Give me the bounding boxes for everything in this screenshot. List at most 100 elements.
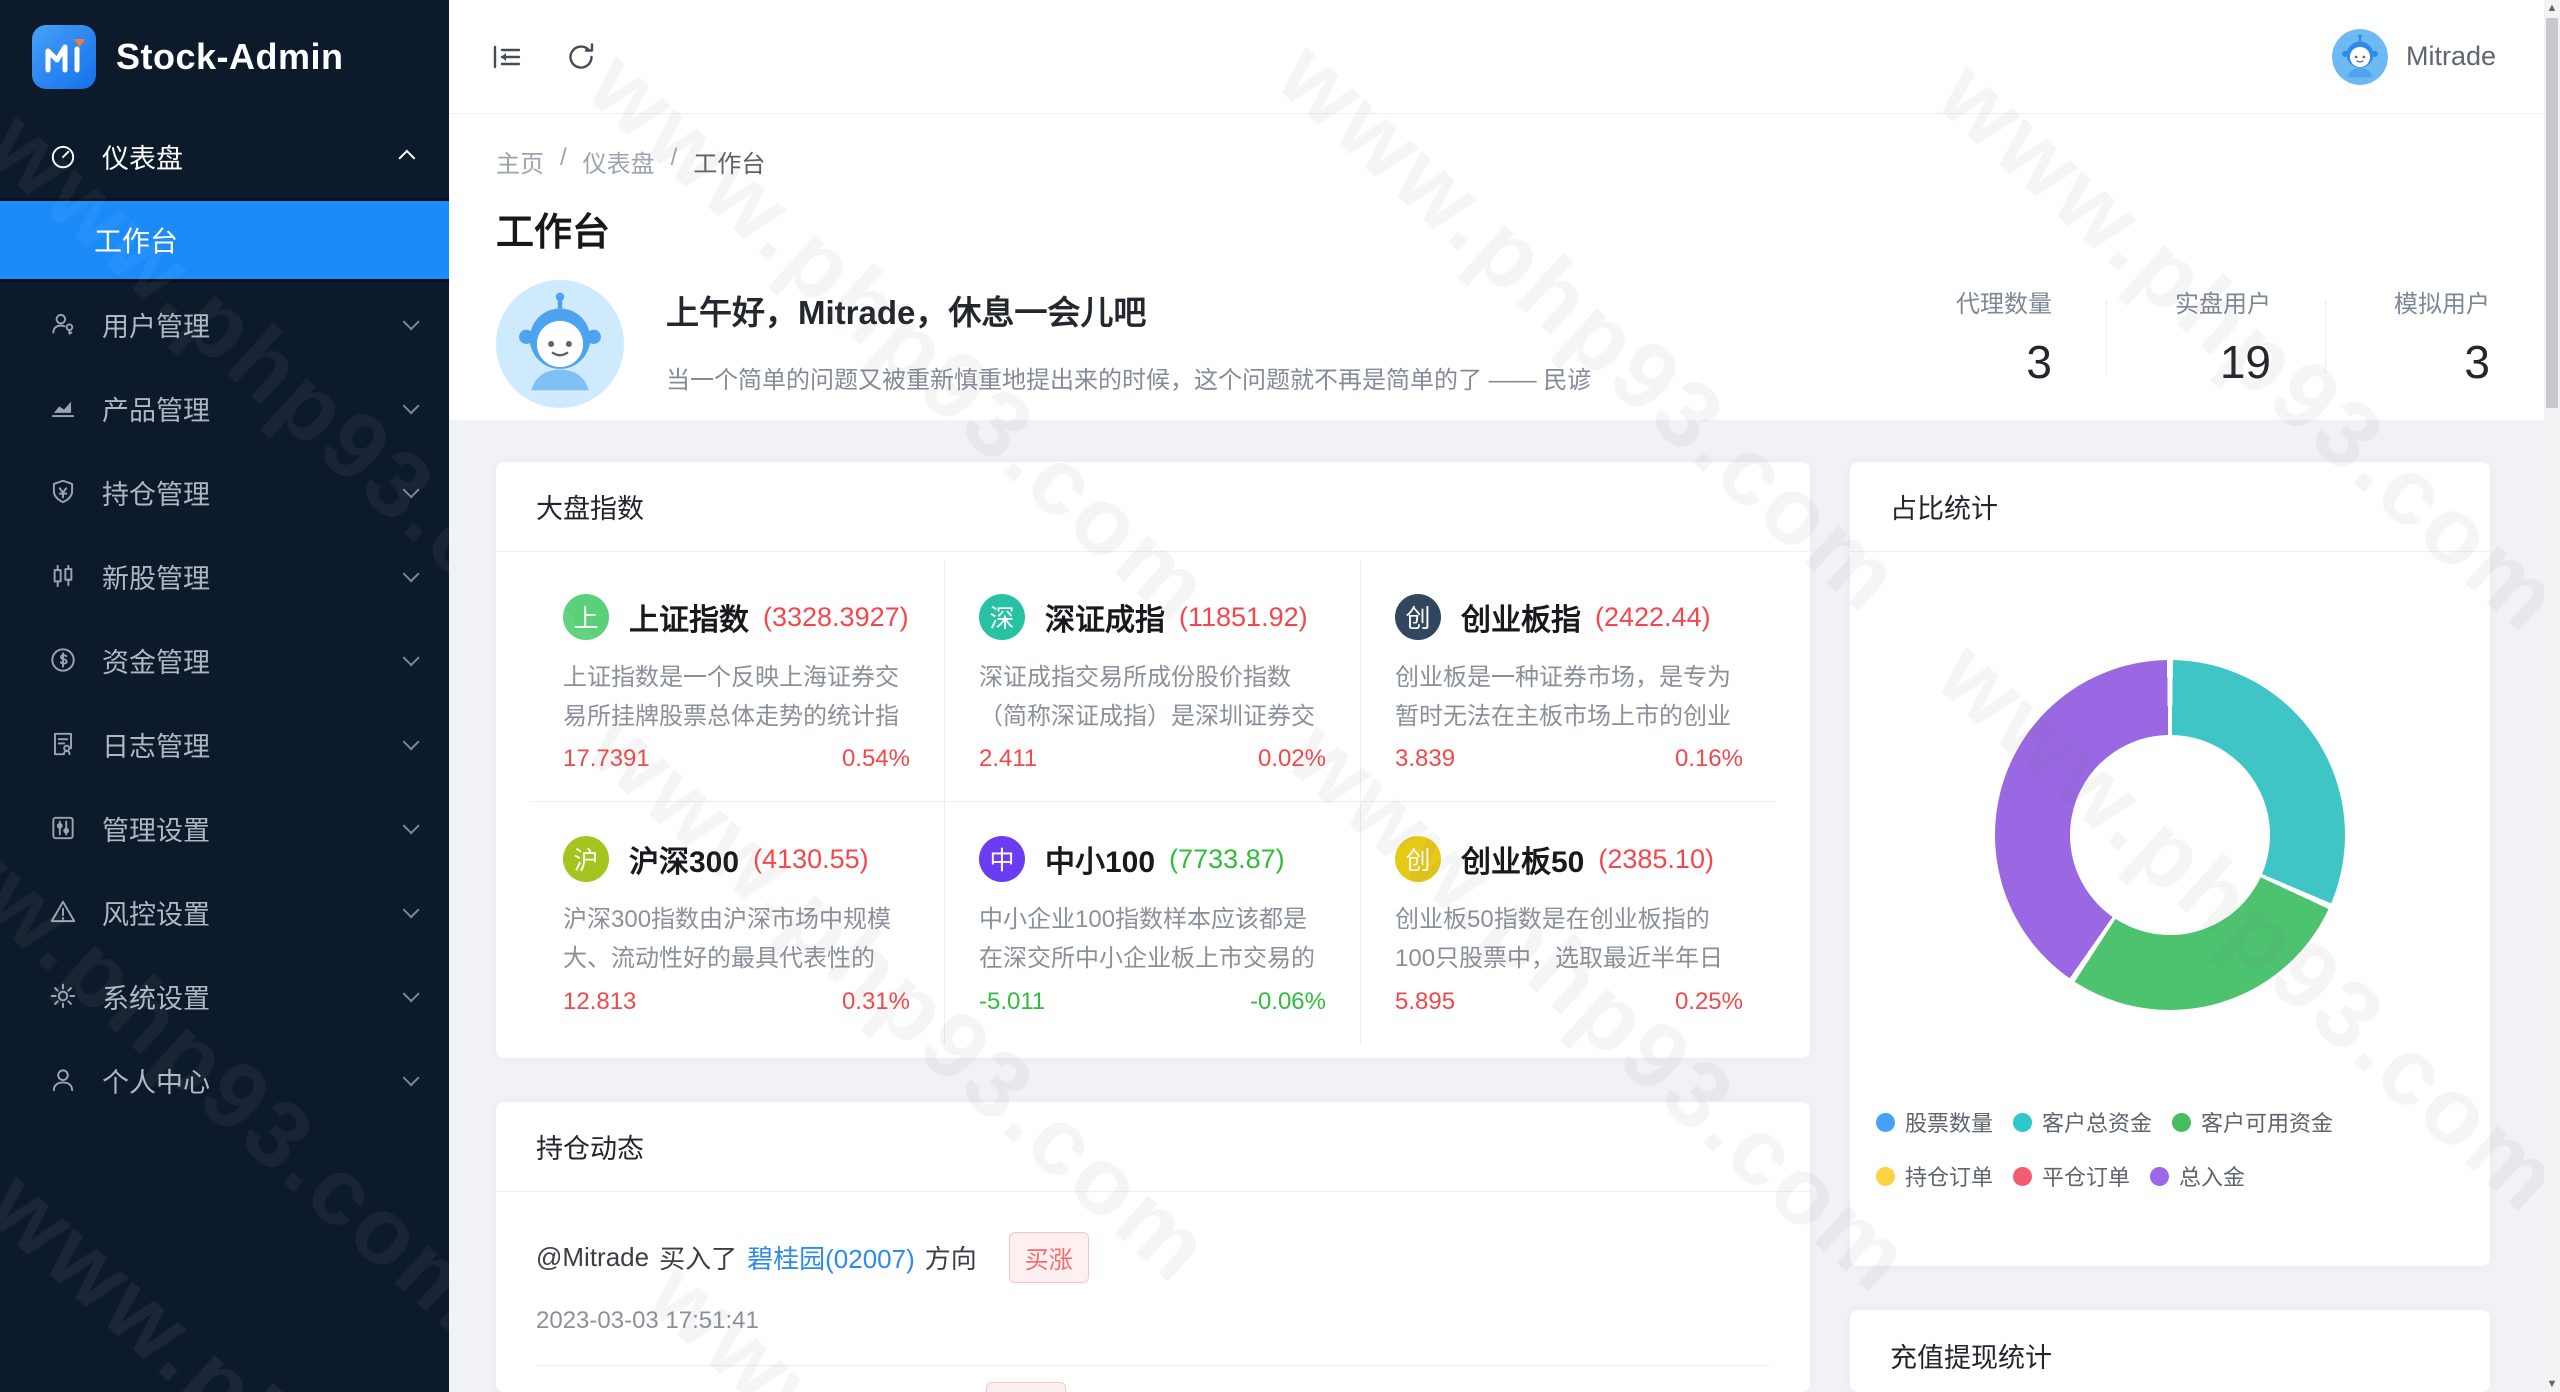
topbar-user[interactable]: Mitrade xyxy=(2331,28,2496,85)
legend-label: 平仓订单 xyxy=(2042,1165,2131,1190)
scroll-up-icon[interactable]: ▲ xyxy=(2544,0,2560,16)
index-change: 12.813 xyxy=(563,988,637,1015)
stat-value: 19 xyxy=(2219,336,2271,388)
index-name: 中小100 xyxy=(1045,846,1156,879)
sidebar-item-workbench[interactable]: 工作台 xyxy=(0,201,449,279)
main-area: Mitrade 主页 / 仪表盘 / 工作台 工作台 上午好，Mitrade，休… xyxy=(449,0,2560,1392)
sidebar-item-system-settings[interactable]: 系统设置 xyxy=(0,954,449,1038)
chevron-down-icon xyxy=(402,481,420,499)
legend-label: 客户可用资金 xyxy=(2201,1111,2334,1136)
app-title: Stock-Admin xyxy=(116,36,344,77)
chevron-down-icon xyxy=(402,733,420,751)
breadcrumb: 主页 / 仪表盘 / 工作台 xyxy=(496,144,2490,179)
direction-tag: 买涨 xyxy=(986,1382,1066,1392)
legend-item[interactable]: 平仓订单 xyxy=(2013,1160,2130,1192)
sidebar-item-label: 持仓管理 xyxy=(102,479,210,510)
donut-chart xyxy=(1995,660,2345,1010)
index-value: (4130.55) xyxy=(753,843,869,874)
legend-item[interactable]: 客户可用资金 xyxy=(2172,1106,2333,1138)
sidebar-item-risk-settings[interactable]: 风控设置 xyxy=(0,870,449,954)
index-badge: 创 xyxy=(1395,836,1441,882)
legend-item[interactable]: 总入金 xyxy=(2150,1160,2245,1192)
index-name: 深证成指 xyxy=(1045,604,1165,637)
greeting-title: 上午好，Mitrade，休息一会儿吧 xyxy=(666,294,1147,331)
sidebar-item-admin-settings[interactable]: 管理设置 xyxy=(0,786,449,870)
legend-label: 总入金 xyxy=(2179,1165,2246,1190)
legend-item[interactable]: 持仓订单 xyxy=(1876,1160,1993,1192)
breadcrumb-current: 工作台 xyxy=(693,151,766,178)
chevron-down-icon xyxy=(402,901,420,919)
sidebar-item-label: 资金管理 xyxy=(102,647,210,678)
index-percent: 0.31% xyxy=(841,988,910,1015)
divider xyxy=(2106,299,2107,374)
stat-value: 3 xyxy=(2026,336,2052,388)
index-tiles: 上 上证指数 (3328.3927) 上证指数是一个反映上海证券交易所挂牌股票总… xyxy=(496,552,1810,1052)
user-key-icon xyxy=(48,308,80,340)
vertical-scrollbar[interactable]: ▲ ▼ xyxy=(2544,0,2560,1392)
divider xyxy=(2325,299,2326,374)
app-logo[interactable]: Stock-Admin xyxy=(0,0,449,114)
stat-demo-users: 模拟用户 3 xyxy=(2380,284,2490,389)
sidebar-item-product-management[interactable]: 产品管理 xyxy=(0,366,449,450)
index-description: 创业板50指数是在创业板指的100只股票中，选取最近半年日 xyxy=(1395,906,1724,972)
sidebar-item-position-management[interactable]: 持仓管理 xyxy=(0,450,449,534)
sidebar-item-label: 管理设置 xyxy=(102,815,210,846)
sidebar-item-label: 产品管理 xyxy=(102,395,210,426)
sidebar-item-label: 风控设置 xyxy=(102,899,210,930)
sidebar-item-dashboard[interactable]: 仪表盘 xyxy=(0,114,449,198)
card-title: 持仓动态 xyxy=(496,1102,1810,1192)
index-description: 创业板是一种证券市场，是专为暂时无法在主板市场上市的创业 xyxy=(1395,664,1731,730)
legend-dot xyxy=(2172,1112,2192,1132)
index-tile-shanghai: 上 上证指数 (3328.3927) 上证指数是一个反映上海证券交易所挂牌股票总… xyxy=(529,560,945,802)
index-name: 沪深300 xyxy=(629,846,740,879)
entry-user: @Mitrade xyxy=(536,1242,650,1272)
sliders-icon xyxy=(48,812,80,844)
sidebar-item-log-management[interactable]: 日志管理 xyxy=(0,702,449,786)
stock-link[interactable]: 碧桂园(02007) xyxy=(747,1239,915,1276)
index-badge: 深 xyxy=(979,594,1025,640)
dollar-circle-icon xyxy=(48,644,80,676)
sidebar-item-user-management[interactable]: 用户管理 xyxy=(0,282,449,366)
scrollbar-thumb[interactable] xyxy=(2546,18,2558,408)
legend-item[interactable]: 客户总资金 xyxy=(2013,1106,2152,1138)
content-area: 大盘指数 上 上证指数 (3328.3927) 上证指数是一个反映上海证券交易所… xyxy=(449,420,2560,1392)
ratio-statistics-card: 占比统计 股票数量 客户总资金 客户可用资金 持仓订单 平仓订单 总入金 xyxy=(1850,462,2490,1266)
index-percent: -0.06% xyxy=(1249,988,1326,1015)
index-description: 上证指数是一个反映上海证券交易所挂牌股票总体走势的统计指 xyxy=(563,664,899,730)
breadcrumb-dashboard[interactable]: 仪表盘 xyxy=(583,144,655,179)
entry-direction-label: 方向 xyxy=(924,1244,977,1274)
index-percent: 0.16% xyxy=(1674,745,1743,772)
sidebar-item-label: 日志管理 xyxy=(102,731,210,762)
index-tile-chinext50: 创 创业板50 (2385.10) 创业板50指数是在创业板指的100只股票中，… xyxy=(1361,802,1777,1044)
collapse-sidebar-icon[interactable] xyxy=(489,37,529,77)
stat-value: 3 xyxy=(2464,336,2490,388)
index-value: (7733.87) xyxy=(1169,843,1285,874)
index-tile-shenzhen: 深 深证成指 (11851.92) 深证成指交易所成份股价指数（简称深证成指）是… xyxy=(945,560,1361,802)
legend-label: 客户总资金 xyxy=(2042,1111,2153,1136)
sidebar-item-ipo-management[interactable]: 新股管理 xyxy=(0,534,449,618)
page-header: 主页 / 仪表盘 / 工作台 工作台 上午好，Mitrade，休息一会儿吧 当一… xyxy=(449,114,2560,420)
index-badge: 创 xyxy=(1395,594,1441,640)
stat-label: 模拟用户 xyxy=(2394,291,2490,318)
card-title: 充值提现统计 xyxy=(1890,1342,2052,1373)
candlestick-icon xyxy=(48,560,80,592)
refresh-icon[interactable] xyxy=(563,37,603,77)
sidebar-subitem-label: 工作台 xyxy=(94,226,179,257)
index-value: (3328.3927) xyxy=(763,601,909,632)
sidebar-menu: 仪表盘 工作台 用户管理 产品管理 持仓管理 新股管理 资金管理 日志管理 管理… xyxy=(0,114,449,1122)
index-badge: 中 xyxy=(979,836,1025,882)
legend-item[interactable]: 股票数量 xyxy=(1876,1106,1993,1138)
market-index-card: 大盘指数 上 上证指数 (3328.3927) 上证指数是一个反映上海证券交易所… xyxy=(496,462,1810,1058)
index-percent: 0.02% xyxy=(1257,745,1326,772)
user-avatar[interactable] xyxy=(2331,28,2388,85)
sidebar-item-fund-management[interactable]: 资金管理 xyxy=(0,618,449,702)
index-name: 创业板指 xyxy=(1461,604,1581,637)
topbar: Mitrade xyxy=(449,0,2560,114)
index-description: 沪深300指数由沪深市场中规模大、流动性好的最具代表性的 xyxy=(563,906,892,972)
app-logo-icon xyxy=(32,25,96,89)
breadcrumb-separator: / xyxy=(560,144,567,171)
sidebar-item-profile[interactable]: 个人中心 xyxy=(0,1038,449,1122)
scroll-down-icon[interactable]: ▼ xyxy=(2544,1376,2560,1392)
breadcrumb-home[interactable]: 主页 xyxy=(496,144,544,179)
index-change: 17.7391 xyxy=(563,745,650,772)
